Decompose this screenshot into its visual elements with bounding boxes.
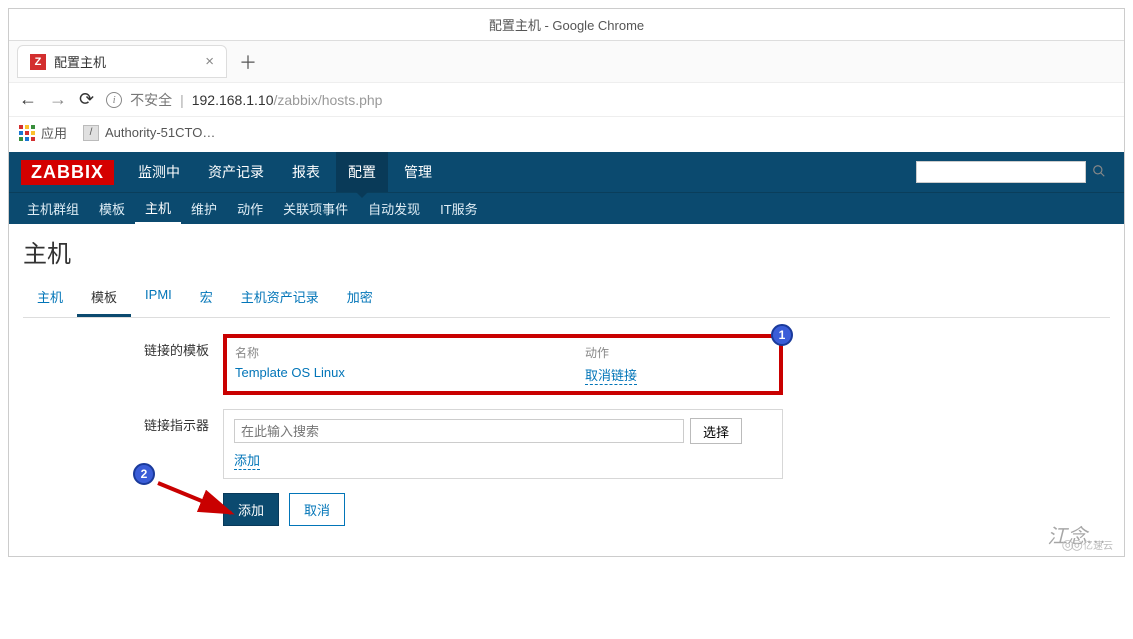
back-button[interactable]: ←: [19, 89, 37, 110]
tab-templates[interactable]: 模板: [77, 279, 131, 317]
browser-tab[interactable]: Z 配置主机 ×: [17, 45, 227, 78]
page-title: 主机: [23, 234, 1110, 269]
link-indicator-row: 链接指示器 选择 添加: [23, 409, 1110, 479]
nav-reports[interactable]: 报表: [280, 152, 332, 192]
search-input[interactable]: [916, 161, 1086, 183]
url-path: /zabbix/hosts.php: [273, 92, 382, 108]
linked-templates-label: 链接的模板: [23, 334, 223, 359]
address-bar-row: ← → ⟳ i 不安全 | 192.168.1.10/zabbix/hosts.…: [9, 82, 1124, 117]
new-tab-button[interactable]: ＋: [233, 49, 263, 75]
link-indicator-box: 选择 添加: [223, 409, 783, 479]
linked-templates-box: 1 名称 动作 Template OS Linux 取消链接: [223, 334, 783, 395]
separator: |: [180, 92, 184, 108]
global-search: [916, 161, 1112, 183]
address-bar[interactable]: i 不安全 | 192.168.1.10/zabbix/hosts.php: [106, 90, 1114, 110]
search-icon[interactable]: [1086, 164, 1112, 181]
subnav-actions[interactable]: 动作: [227, 193, 273, 225]
url-host: 192.168.1.10: [192, 92, 274, 108]
add-button[interactable]: 添加: [223, 493, 279, 526]
form-buttons: 2 添加 取消: [223, 493, 1110, 526]
tab-ipmi[interactable]: IPMI: [131, 279, 186, 317]
zabbix-logo[interactable]: ZABBIX: [21, 160, 114, 185]
apps-button[interactable]: 应用: [19, 123, 67, 142]
watermark-logo: ◎◎亿速云: [1062, 536, 1113, 553]
apps-icon: [19, 125, 35, 141]
nav-config[interactable]: 配置: [336, 152, 388, 192]
linked-templates-header: 名称 动作: [235, 344, 771, 361]
nav-admin[interactable]: 管理: [392, 152, 444, 192]
select-button[interactable]: 选择: [690, 418, 742, 444]
apps-label: 应用: [41, 123, 67, 142]
link-indicator-label: 链接指示器: [23, 409, 223, 434]
linked-templates-row: 链接的模板 1 名称 动作 Template OS Linux 取消链接: [23, 334, 1110, 395]
zabbix-sub-nav: 主机群组 模板 主机 维护 动作 关联项事件 自动发现 IT服务: [9, 192, 1124, 224]
tab-inventory[interactable]: 主机资产记录: [227, 279, 333, 317]
host-tabs: 主机 模板 IPMI 宏 主机资产记录 加密: [23, 279, 1110, 318]
bookmarks-bar: 应用 / Authority-51CTO…: [9, 117, 1124, 152]
forward-button[interactable]: →: [49, 89, 67, 110]
add-link[interactable]: 添加: [234, 450, 260, 470]
reload-button[interactable]: ⟳: [79, 89, 94, 110]
header-name: 名称: [235, 344, 585, 361]
subnav-it-services[interactable]: IT服务: [430, 193, 488, 225]
bookmark-label: Authority-51CTO…: [105, 125, 215, 140]
subnav-correlation[interactable]: 关联项事件: [273, 193, 358, 225]
template-search-input[interactable]: [234, 419, 684, 443]
tab-encryption[interactable]: 加密: [333, 279, 387, 317]
nav-monitoring[interactable]: 监测中: [126, 152, 192, 192]
unlink-action[interactable]: 取消链接: [585, 365, 637, 385]
annotation-2: 2: [133, 463, 155, 485]
nav-inventory[interactable]: 资产记录: [196, 152, 276, 192]
annotation-1: 1: [771, 324, 793, 346]
subnav-host-groups[interactable]: 主机群组: [17, 193, 89, 225]
window-title: 配置主机 - Google Chrome: [9, 9, 1124, 41]
tab-title: 配置主机: [54, 52, 106, 71]
bookmark-item[interactable]: / Authority-51CTO…: [83, 125, 215, 141]
insecure-label: 不安全: [130, 90, 172, 110]
template-name-link[interactable]: Template OS Linux: [235, 365, 585, 385]
linked-template-row: Template OS Linux 取消链接: [235, 365, 771, 385]
info-icon[interactable]: i: [106, 92, 122, 108]
subnav-discovery[interactable]: 自动发现: [358, 193, 430, 225]
subnav-templates[interactable]: 模板: [89, 193, 135, 225]
tab-favicon: Z: [30, 54, 46, 70]
zabbix-main-nav: ZABBIX 监测中 资产记录 报表 配置 管理: [9, 152, 1124, 192]
subnav-maintenance[interactable]: 维护: [181, 193, 227, 225]
header-action: 动作: [585, 344, 771, 361]
browser-tab-bar: Z 配置主机 × ＋: [9, 41, 1124, 82]
subnav-hosts[interactable]: 主机: [135, 193, 181, 225]
close-icon[interactable]: ×: [205, 53, 214, 70]
bookmark-favicon: /: [83, 125, 99, 141]
page-body: 主机 主机 模板 IPMI 宏 主机资产记录 加密 链接的模板 1 名称 动作 …: [9, 224, 1124, 556]
tab-host[interactable]: 主机: [23, 279, 77, 317]
tab-macros[interactable]: 宏: [186, 279, 227, 317]
cancel-button[interactable]: 取消: [289, 493, 345, 526]
